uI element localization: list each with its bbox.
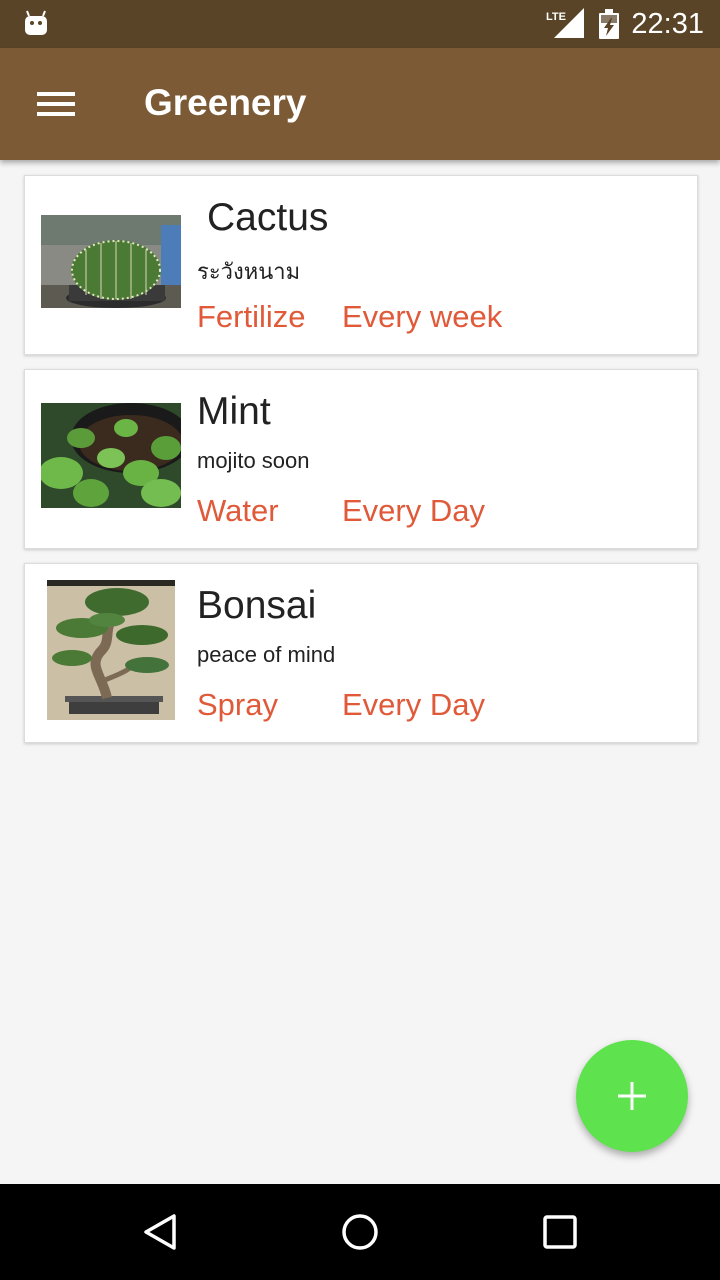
plant-note: peace of mind [197,642,336,667]
plant-name: Mint [197,390,271,433]
care-frequency: Every Day [342,493,485,528]
hamburger-menu-icon[interactable] [28,82,84,126]
plant-note: ระวังหนาม [197,259,301,284]
bonsai-photo [47,580,175,720]
add-plant-button[interactable] [576,1040,688,1152]
status-bar: LTE 22:31 [0,0,720,48]
app-title: Greenery [144,82,307,123]
back-triangle-icon[interactable] [136,1208,184,1256]
plant-card-mint[interactable]: Mint mojito soon Water Every Day [24,369,698,549]
battery-charging-icon [599,9,619,39]
home-circle-icon[interactable] [336,1208,384,1256]
plus-icon [618,1082,646,1110]
plant-name: Bonsai [197,584,317,627]
plant-card-cactus[interactable]: Cactus ระวังหนาม Fertilize Every week [24,175,698,355]
plant-name: Cactus [207,196,329,239]
mint-photo [41,403,181,508]
care-frequency: Every week [342,299,503,334]
care-frequency: Every Day [342,687,485,722]
recents-square-icon[interactable] [536,1208,584,1256]
app-bar: Greenery [0,48,720,160]
svg-text:LTE: LTE [546,11,566,23]
plant-note: mojito soon [197,448,310,473]
plant-card-bonsai[interactable]: Bonsai peace of mind Spray Every Day [24,563,698,743]
android-notification-icon [25,10,47,35]
care-action: Spray [197,687,278,722]
cactus-photo [41,215,181,308]
status-clock: 22:31 [631,8,704,40]
care-action: Fertilize [197,299,306,334]
system-navigation-bar [0,1184,720,1280]
care-action: Water [197,493,279,528]
lte-signal-icon: LTE [546,8,584,38]
